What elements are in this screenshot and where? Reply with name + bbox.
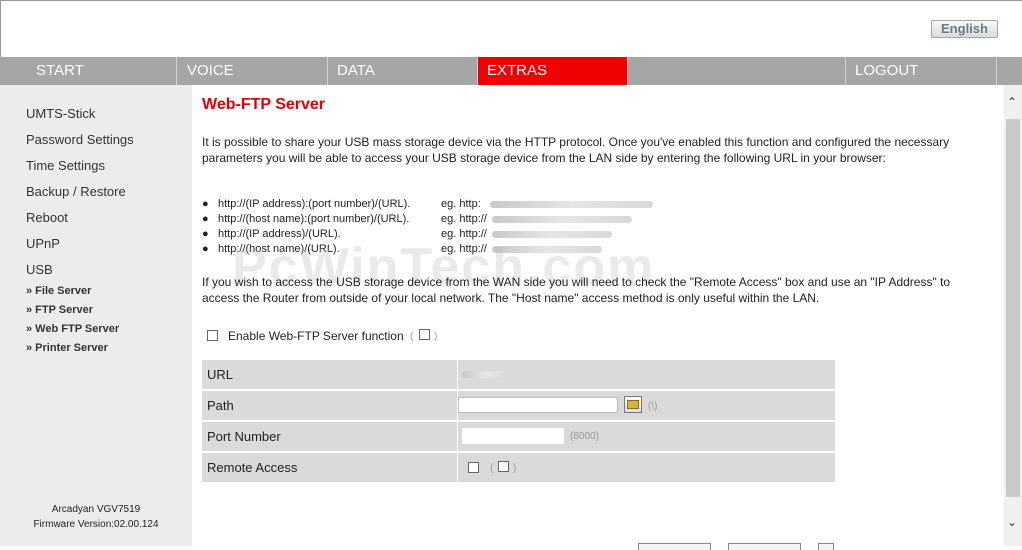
bullet-icon: ● [202, 198, 209, 210]
path-label: Path [202, 390, 458, 421]
web-ftp-settings-table: URL Path (\) Port Number (8000) Remote A… [202, 360, 835, 484]
nav-tab-data[interactable]: DATA [328, 57, 478, 85]
sidebar-item-reboot[interactable]: Reboot [26, 210, 68, 225]
browse-folder-button[interactable] [624, 396, 642, 413]
paren-close: ) [434, 331, 438, 342]
main-content: Web-FTP Server It is possible to share y… [192, 85, 1004, 550]
bullet-icon: ● [202, 213, 209, 225]
nav-tab-voice[interactable]: VOICE [178, 57, 328, 85]
save-button-partial[interactable] [638, 543, 711, 550]
url-value [457, 360, 835, 390]
scroll-down-arrow-icon[interactable]: ⌄ [1007, 515, 1017, 529]
cancel-button-partial[interactable] [728, 543, 801, 550]
nav-tab-extras[interactable]: EXTRAS [478, 57, 628, 85]
scrollbar-thumb[interactable] [1006, 119, 1020, 497]
path-input[interactable] [458, 397, 618, 413]
enable-web-ftp-label: Enable Web-FTP Server function [228, 329, 404, 343]
sidebar-subitem-printer-server[interactable]: » Printer Server [26, 342, 108, 354]
redacted-mark [490, 201, 653, 208]
port-number-hint: (8000) [570, 431, 599, 442]
folder-icon [627, 400, 639, 409]
firmware-version: Firmware Version:02.00.124 [33, 519, 159, 530]
intro-text: It is possible to share your USB mass st… [202, 135, 950, 165]
url-example: eg. http:// [441, 213, 487, 225]
wan-access-note: If you wish to access the USB storage de… [202, 275, 951, 305]
table-row: Path (\) [202, 390, 835, 421]
sidebar-subitem-web-ftp-server[interactable]: » Web FTP Server [26, 323, 119, 335]
nav-tab-spacer [628, 57, 846, 85]
enable-web-ftp-checkbox[interactable] [207, 330, 218, 341]
paren-open: ( [410, 331, 414, 342]
device-model: Arcadyan VGV7519 [51, 504, 141, 515]
vertical-scrollbar[interactable]: ⌃ ⌄ [1004, 85, 1022, 546]
sidebar-subitem-ftp-server[interactable]: » FTP Server [26, 304, 93, 316]
main-nav: START VOICE DATA EXTRAS LOGOUT [0, 57, 1022, 85]
table-row: URL [202, 360, 835, 390]
port-number-value: (8000) [457, 421, 835, 452]
remote-access-label: Remote Access [202, 452, 458, 483]
enable-web-ftp-secondary-checkbox[interactable] [419, 329, 430, 340]
path-value: (\) [457, 390, 835, 421]
sidebar-item-password-settings[interactable]: Password Settings [26, 132, 134, 147]
help-button-partial[interactable] [818, 543, 834, 550]
language-button[interactable]: English [931, 20, 998, 38]
page-title: Web-FTP Server [202, 96, 326, 113]
port-number-label: Port Number [202, 421, 458, 452]
table-row: Remote Access ( ) [202, 452, 835, 483]
url-example: eg. http: [441, 198, 481, 210]
url-format: http://(host name):(port number)/(URL). [218, 213, 410, 225]
sidebar-item-usb[interactable]: USB [26, 262, 53, 277]
bullet-icon: ● [202, 243, 209, 255]
remote-access-value: ( ) [457, 452, 835, 483]
table-row: Port Number (8000) [202, 421, 835, 452]
redacted-mark [462, 371, 510, 378]
bullet-icon: ● [202, 228, 209, 240]
paren-open: ( [490, 463, 494, 474]
sidebar-item-upnp[interactable]: UPnP [26, 236, 60, 251]
port-number-input[interactable] [462, 428, 564, 444]
sidebar: UMTS-Stick Password Settings Time Settin… [0, 85, 192, 546]
sidebar-item-umts-stick[interactable]: UMTS-Stick [26, 106, 95, 121]
header-bar: English [0, 0, 1022, 57]
url-format: http://(IP address):(port number)/(URL). [218, 198, 411, 210]
redacted-mark [492, 216, 632, 223]
remote-access-secondary-checkbox[interactable] [498, 461, 509, 472]
nav-tab-start[interactable]: START [27, 57, 177, 85]
url-label: URL [202, 360, 458, 390]
sidebar-subitem-file-server[interactable]: » File Server [26, 285, 91, 297]
scroll-up-arrow-icon[interactable]: ⌃ [1007, 95, 1017, 109]
sidebar-item-backup-restore[interactable]: Backup / Restore [26, 184, 126, 199]
paren-close: ) [513, 463, 517, 474]
path-hint: (\) [648, 401, 658, 412]
remote-access-checkbox[interactable] [468, 462, 479, 473]
sidebar-item-time-settings[interactable]: Time Settings [26, 158, 105, 173]
nav-tab-logout[interactable]: LOGOUT [846, 57, 997, 85]
